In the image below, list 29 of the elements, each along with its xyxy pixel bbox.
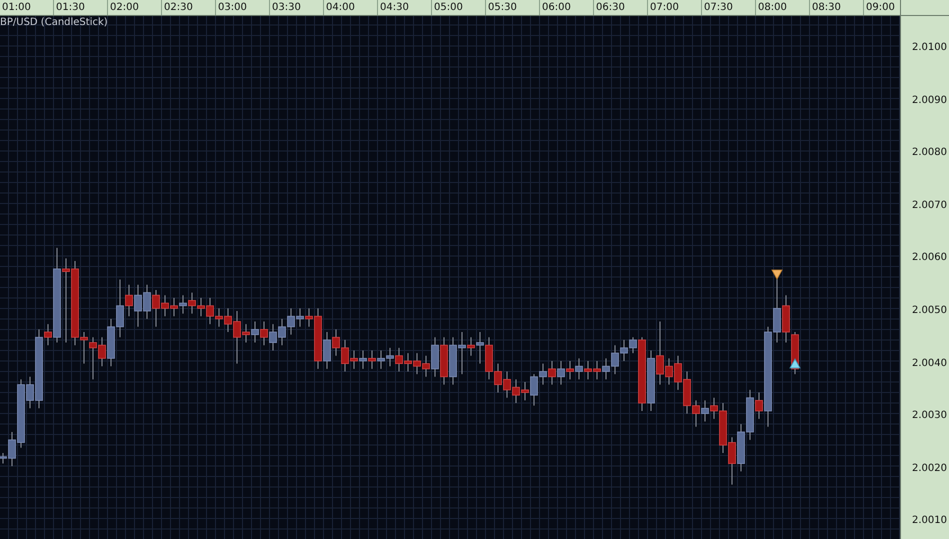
time-axis-label: 06:30 — [594, 0, 648, 15]
chart-title: BP/USD (CandleStick) — [0, 17, 108, 28]
price-axis-label: 2.0100 — [911, 41, 948, 55]
time-axis-label: 05:30 — [486, 0, 540, 15]
triangle-up-icon — [789, 358, 801, 368]
time-axis-label: 07:30 — [702, 0, 756, 15]
time-axis-label: 03:00 — [216, 0, 270, 15]
time-axis-label: 03:30 — [270, 0, 324, 15]
price-axis-label: 2.0090 — [911, 94, 948, 108]
price-axis-label: 2.0060 — [911, 251, 948, 266]
price-axis-label: 2.0010 — [911, 514, 948, 528]
time-axis-label: 04:30 — [378, 0, 432, 15]
triangle-down-icon — [771, 270, 783, 280]
time-axis-label: 07:00 — [648, 0, 702, 15]
time-axis-label: 08:00 — [756, 0, 810, 15]
time-axis-label: 02:30 — [162, 0, 216, 15]
price-axis-label: 2.0080 — [911, 146, 948, 160]
time-axis-label: 01:30 — [54, 0, 108, 15]
price-axis-label: 2.0040 — [911, 356, 948, 371]
price-axis-label: 2.0030 — [911, 409, 948, 424]
price-axis-label: 2.0070 — [911, 198, 948, 213]
price-axis-label: 2.0020 — [911, 462, 948, 476]
time-axis-label: 04:00 — [324, 0, 378, 15]
time-axis-label: 01:00 — [0, 0, 54, 15]
time-axis-label: 02:00 — [108, 0, 162, 15]
time-axis-label: 06:00 — [540, 0, 594, 15]
time-axis-label: 05:00 — [432, 0, 486, 15]
time-axis-label: 08:30 — [810, 0, 864, 15]
price-axis-label: 2.0050 — [911, 304, 948, 318]
